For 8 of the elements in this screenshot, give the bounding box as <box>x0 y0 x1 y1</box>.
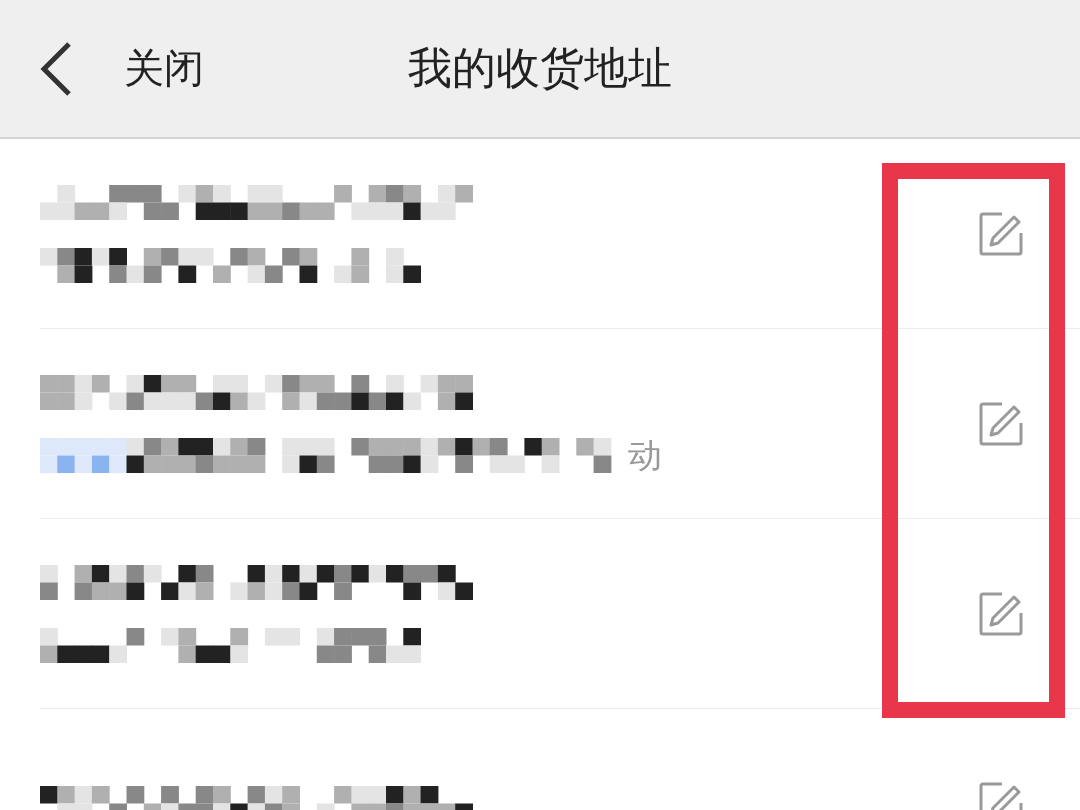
page-title: 我的收货地址 <box>408 42 672 93</box>
close-label[interactable]: 关闭 <box>124 41 204 96</box>
back-chevron-icon <box>40 40 72 97</box>
edit-icon[interactable] <box>978 401 1024 447</box>
edit-icon[interactable] <box>978 211 1024 257</box>
address-text: 动 <box>628 437 663 473</box>
back-button[interactable]: 关闭 <box>40 40 204 97</box>
edit-icon[interactable] <box>978 591 1024 637</box>
